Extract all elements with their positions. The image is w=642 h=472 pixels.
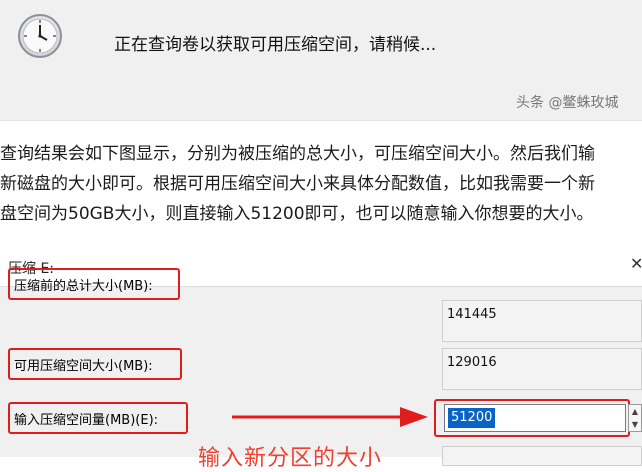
total-size-value: 141445 (442, 300, 642, 342)
available-size-value: 129016 (442, 348, 642, 390)
loading-message: 正在查询卷以获取可用压缩空间，请稍候... (114, 35, 437, 55)
article-line-1: 查询结果会如下图显示，分别为被压缩的总大小，可压缩空间大小。然后我们输 (0, 144, 595, 164)
article-line-3: 盘空间为50GB大小，则直接输入51200即可，也可以随意输入你想要的大小。 (0, 204, 594, 224)
query-progress-panel: 正在查询卷以获取可用压缩空间，请稍候... 头条 @鳖蛛玫城 (0, 0, 642, 121)
available-size-label: 可用压缩空间大小(MB): (8, 348, 182, 380)
watermark-text: 头条 @鳖蛛玫城 (516, 95, 619, 111)
selected-input-text: 51200 (448, 408, 496, 428)
article-line-2: 新磁盘的大小即可。根据可用压缩空间大小来具体分配数值，比如我需要一个新 (0, 174, 595, 194)
shrink-amount-label: 输入压缩空间量(MB)(E): (8, 402, 188, 434)
close-icon[interactable]: ✕ (630, 254, 642, 273)
pointer-arrow (232, 407, 428, 427)
shrink-amount-input[interactable]: 51200 (444, 404, 626, 432)
amount-spinner[interactable]: ▲ ▼ (628, 404, 642, 432)
total-size-label: 压缩前的总计大小(MB): (8, 268, 180, 300)
annotation-note: 输入新分区的大小 (198, 446, 383, 471)
shrink-result-value (442, 446, 642, 466)
clock-icon (18, 14, 62, 58)
